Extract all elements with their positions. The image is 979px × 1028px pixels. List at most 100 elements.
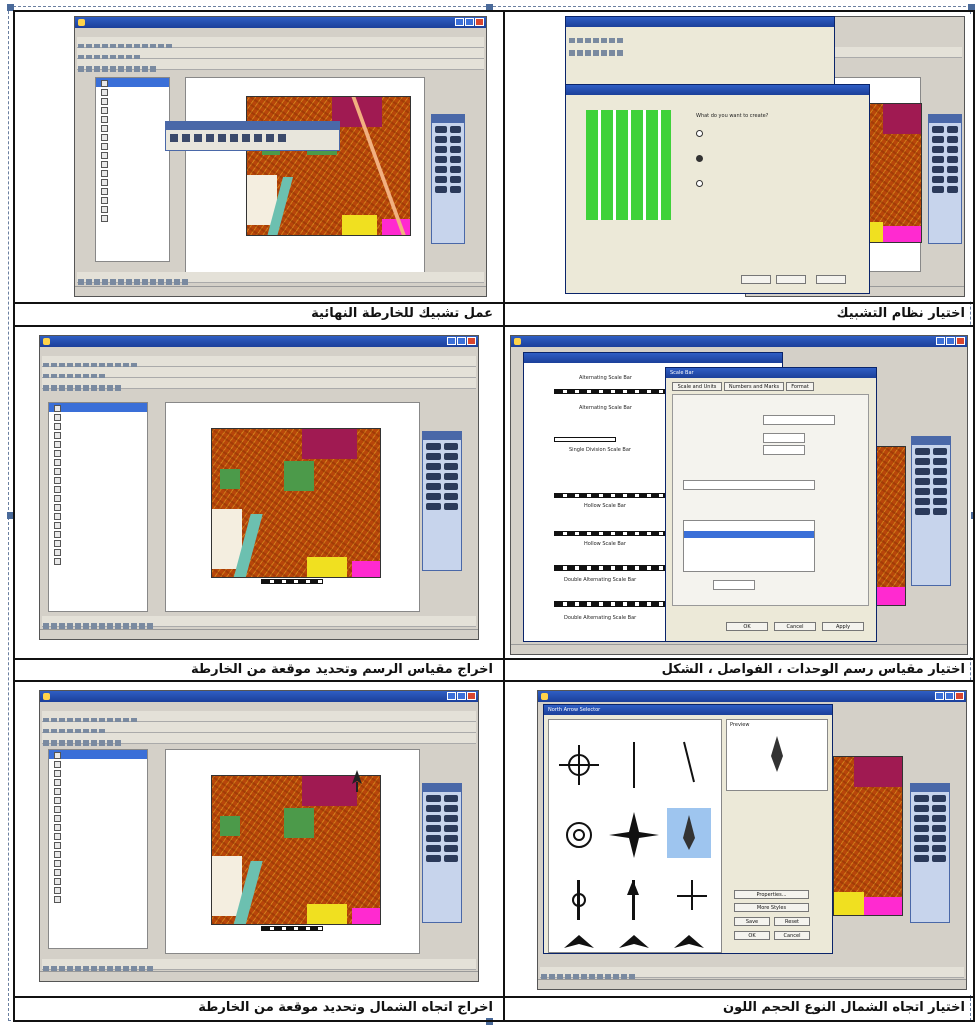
more-styles-button[interactable]: More Styles [734,903,809,912]
toc-layer[interactable] [96,195,169,204]
toc-layer[interactable] [96,105,169,114]
toc-layer[interactable] [49,831,147,840]
toc-layer[interactable] [49,421,147,430]
toolbar[interactable] [42,733,476,746]
menu-bar[interactable] [40,702,478,710]
toc-layer[interactable] [96,87,169,96]
toc-layer[interactable] [96,78,169,87]
tools-palette-icon[interactable] [911,436,951,586]
scale-bar-sample[interactable] [554,437,616,442]
drawing-toolbar[interactable] [42,959,476,972]
grid-option-radio[interactable] [696,130,703,137]
tools-palette-icon[interactable] [910,783,950,923]
toc-layer[interactable] [96,159,169,168]
toc-layer[interactable] [49,475,147,484]
toc-layer[interactable] [49,813,147,822]
toc-layer[interactable] [49,858,147,867]
layout-view[interactable] [185,77,425,277]
tools-palette-icon[interactable] [422,783,462,923]
properties-button[interactable]: Properties... [734,890,809,899]
tools-palette-icon[interactable] [928,114,962,244]
toc-layer[interactable] [96,177,169,186]
toc-layer[interactable] [49,885,147,894]
cancel-button[interactable] [816,275,846,284]
toc-layer[interactable] [96,123,169,132]
toc-layer[interactable] [96,150,169,159]
toolbar[interactable] [42,711,476,724]
menu-bar[interactable] [75,28,486,36]
toc-layer[interactable] [96,114,169,123]
toc-layer[interactable] [49,804,147,813]
tools-palette-icon[interactable] [422,431,462,571]
tools-palette-icon[interactable] [431,114,465,244]
toc-layer[interactable] [96,168,169,177]
maximize-icon[interactable] [457,692,466,700]
toc-layer[interactable] [49,502,147,511]
close-icon[interactable] [475,18,484,26]
drawing-toolbar[interactable] [42,616,476,629]
toc-layer[interactable] [96,186,169,195]
layout-view[interactable] [165,402,420,612]
toc-layer[interactable] [49,529,147,538]
toc-layer[interactable] [49,759,147,768]
drawing-toolbar[interactable] [540,967,964,980]
toc-layer[interactable] [49,750,147,759]
toc-layer[interactable] [49,457,147,466]
cancel-button[interactable]: Cancel [774,622,816,631]
floating-toolbar[interactable] [165,121,340,151]
menu-bar[interactable] [40,347,478,355]
toolbar[interactable] [77,59,484,72]
toc-layer[interactable] [49,822,147,831]
minimize-icon[interactable] [447,692,456,700]
maximize-icon[interactable] [945,692,954,700]
toc-layer[interactable] [49,430,147,439]
grid-option-radio[interactable] [696,155,703,162]
toc-layer[interactable] [49,466,147,475]
table-of-contents[interactable] [48,749,148,949]
close-icon[interactable] [956,337,965,345]
scale-bar-sample[interactable] [554,531,666,536]
toc-layer[interactable] [96,96,169,105]
tab-numbers-and-marks[interactable]: Numbers and Marks [724,382,784,391]
minimize-icon[interactable] [935,692,944,700]
back-button[interactable] [741,275,771,284]
close-icon[interactable] [955,692,964,700]
tab-format[interactable]: Format [786,382,814,391]
scale-bar-sample[interactable] [554,493,666,498]
toc-layer[interactable] [96,141,169,150]
maximize-icon[interactable] [465,18,474,26]
toc-layer[interactable] [49,403,147,412]
ok-button[interactable]: OK [726,622,768,631]
scale-bar-sample[interactable] [554,601,666,607]
toc-layer[interactable] [49,556,147,565]
scale-bar[interactable] [261,926,323,931]
north-arrow-icon[interactable] [351,770,363,792]
toc-layer[interactable] [49,493,147,502]
toc-layer[interactable] [49,511,147,520]
grid-option-radio[interactable] [696,180,703,187]
toc-layer[interactable] [49,520,147,529]
toolbar[interactable] [77,48,484,61]
toc-layer[interactable] [49,795,147,804]
scale-bar[interactable] [261,579,323,584]
toolbar[interactable] [42,722,476,735]
layout-view[interactable] [165,749,420,954]
scale-bar-sample[interactable] [554,389,666,394]
toc-layer[interactable] [96,213,169,222]
close-icon[interactable] [467,692,476,700]
toc-layer[interactable] [49,849,147,858]
toc-layer[interactable] [96,132,169,141]
toc-layer[interactable] [49,547,147,556]
toc-layer[interactable] [49,894,147,903]
table-of-contents[interactable] [48,402,148,612]
toc-layer[interactable] [96,204,169,213]
save-button[interactable]: Save [734,917,770,926]
scale-bar-sample[interactable] [554,565,666,571]
minimize-icon[interactable] [455,18,464,26]
north-arrow-gallery[interactable] [549,720,721,952]
tab-scale-and-units[interactable]: Scale and Units [672,382,722,391]
toc-layer[interactable] [49,538,147,547]
toc-layer[interactable] [49,448,147,457]
cancel-button[interactable]: Cancel [774,931,810,940]
toc-layer[interactable] [49,777,147,786]
